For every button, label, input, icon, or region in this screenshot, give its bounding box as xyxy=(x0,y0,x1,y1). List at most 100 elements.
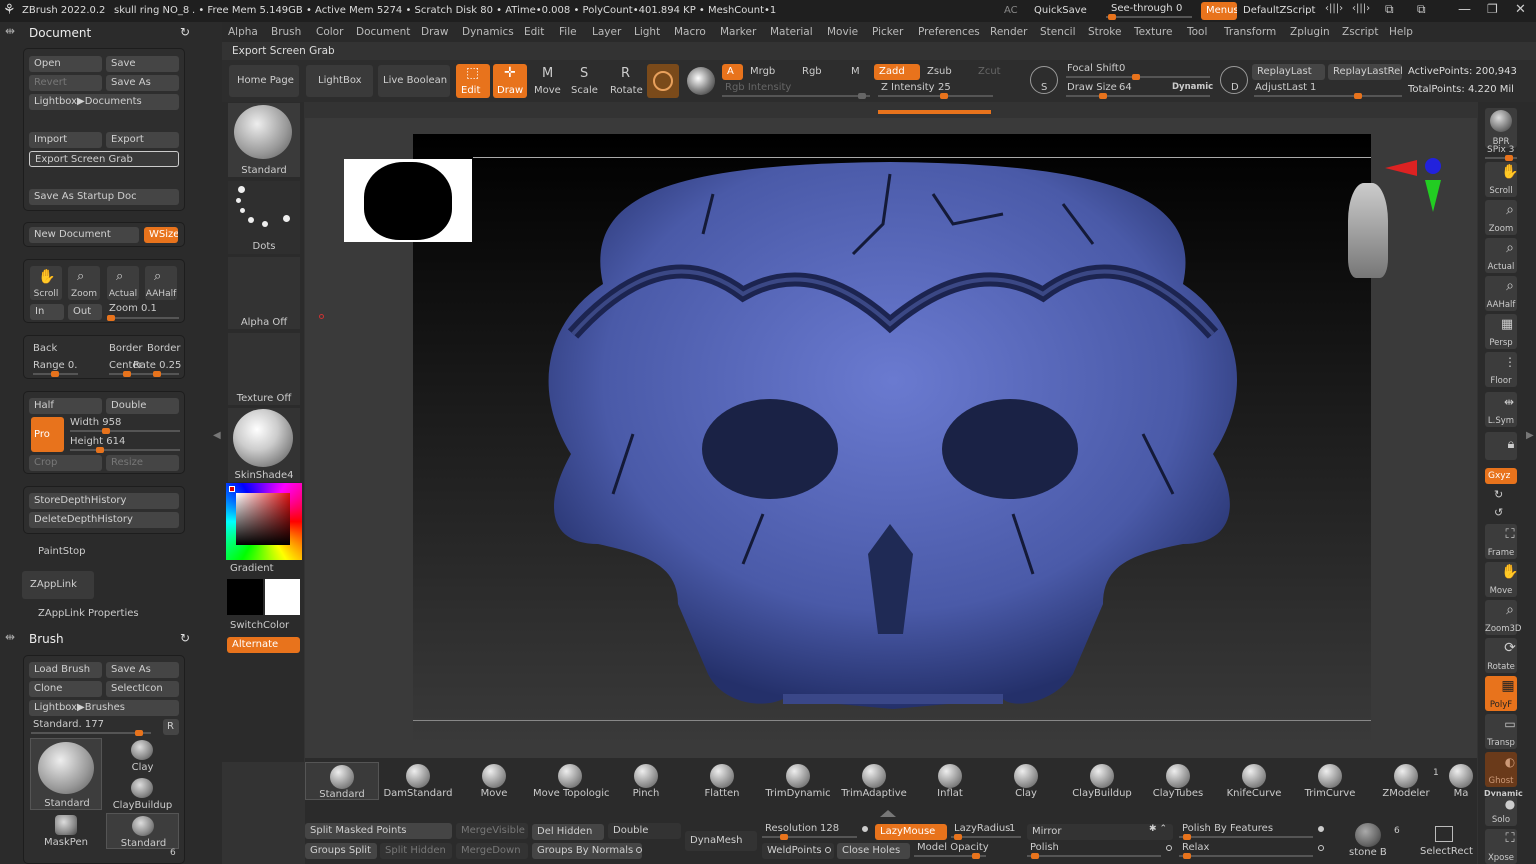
del-hidden-button[interactable]: Del Hidden xyxy=(532,824,604,840)
menu-color[interactable]: Color xyxy=(316,26,343,38)
layout-switch-icon[interactable]: ‹|||› xyxy=(1325,3,1343,14)
m-button[interactable]: M xyxy=(851,66,860,77)
menu-movie[interactable]: Movie xyxy=(827,26,858,38)
shelf-brush-knifecurve[interactable]: KnifeCurve xyxy=(1217,762,1291,800)
lightbox-brushes-button[interactable]: Lightbox▶Brushes xyxy=(29,700,179,716)
doc-zoom-button[interactable]: ⌕ Zoom xyxy=(68,266,100,300)
texture-selector[interactable]: Texture Off xyxy=(228,333,300,405)
default-zscript-button[interactable]: DefaultZScript xyxy=(1243,5,1315,16)
tray-collapse-icon[interactable]: ◀ xyxy=(213,430,221,441)
zapplink-button[interactable]: ZAppLink xyxy=(22,571,94,599)
rotate-axis-icon-1[interactable]: ↻ xyxy=(1494,488,1503,501)
home-page-button[interactable]: Home Page xyxy=(229,65,299,97)
zapplink-properties-button[interactable]: ZAppLink Properties xyxy=(38,608,139,619)
shelf-brush-move[interactable]: Move xyxy=(457,762,531,800)
skull-ring-mesh[interactable] xyxy=(413,134,1371,746)
menu-alpha[interactable]: Alpha xyxy=(228,26,258,38)
current-brush-thumb[interactable]: Standard xyxy=(30,738,102,810)
quicksave-button[interactable]: QuickSave xyxy=(1034,5,1087,16)
menu-marker[interactable]: Marker xyxy=(720,26,756,38)
menu-file[interactable]: File xyxy=(559,26,577,38)
color-picker[interactable] xyxy=(226,483,302,560)
menu-stroke[interactable]: Stroke xyxy=(1088,26,1121,38)
solo-button[interactable]: ● Solo xyxy=(1485,796,1517,826)
d-dial-button[interactable]: D xyxy=(1218,64,1250,98)
bpr-render-button[interactable]: BPR xyxy=(1485,108,1517,148)
mirror-button[interactable]: Mirror ✱ ⌃ xyxy=(1027,824,1173,840)
shelf-brush-ma[interactable]: Ma xyxy=(1445,762,1477,800)
mrgb-button[interactable]: Mrgb xyxy=(750,66,775,77)
shelf-brush-damstandard[interactable]: DamStandard xyxy=(381,762,455,800)
material-sphere-button[interactable] xyxy=(647,64,679,98)
right-aahalf-button[interactable]: ⌕ AAHalf xyxy=(1485,276,1517,311)
menu-zscript[interactable]: Zscript xyxy=(1342,26,1378,38)
stroke-selector[interactable]: Dots xyxy=(228,181,300,254)
shelf-brush-trimdynamic[interactable]: TrimDynamic xyxy=(761,762,835,800)
menu-render[interactable]: Render xyxy=(990,26,1027,38)
claybuildup-brush-thumb[interactable]: ClayBuildup xyxy=(106,776,179,812)
alpha-selector[interactable]: Alpha Off xyxy=(228,257,300,329)
shelf-scroll-handle-icon[interactable] xyxy=(880,810,896,817)
width-slider[interactable]: Width 958 xyxy=(70,416,180,434)
menu-help[interactable]: Help xyxy=(1389,26,1413,38)
shelf-brush-standard[interactable]: Standard xyxy=(305,762,379,800)
shelf-brush-inflat[interactable]: Inflat xyxy=(913,762,987,800)
import-button[interactable]: Import xyxy=(29,132,102,148)
document-palette-title[interactable]: Document xyxy=(29,26,91,40)
restore-icon[interactable]: ❐ xyxy=(1487,2,1498,16)
selecticon-button[interactable]: SelectIcon xyxy=(106,681,179,697)
material-selector[interactable]: SkinShade4 xyxy=(228,408,300,482)
close-holes-button[interactable]: Close Holes xyxy=(837,843,910,859)
groups-by-normals-button[interactable]: Groups By Normals xyxy=(532,843,642,859)
alternate-toggle[interactable]: Alternate xyxy=(227,637,300,653)
minimize-icon[interactable]: — xyxy=(1458,2,1471,17)
document-refresh-icon[interactable]: ↻ xyxy=(180,25,190,39)
export-button[interactable]: Export xyxy=(106,132,179,148)
lightbox-documents-button[interactable]: Lightbox▶Documents xyxy=(29,94,179,110)
zoom-out-button[interactable]: Out xyxy=(68,304,102,320)
z-intensity-slider[interactable]: Z Intensity 25 xyxy=(878,82,993,99)
menu-document[interactable]: Document xyxy=(356,26,410,38)
polish-slider[interactable]: Polish xyxy=(1027,841,1175,859)
persp-button[interactable]: ▦ Persp xyxy=(1485,314,1517,349)
doc-aahalf-button[interactable]: ⌕ AAHalf xyxy=(145,266,177,300)
zsub-button[interactable]: Zsub xyxy=(927,66,952,77)
frame-button[interactable]: ⛶ Frame xyxy=(1485,524,1517,559)
maskpen-brush-thumb[interactable]: MaskPen xyxy=(30,813,102,849)
clay-brush-thumb[interactable]: Clay xyxy=(106,738,179,774)
border-button-2[interactable]: Border xyxy=(147,343,181,354)
document-drag-icon[interactable]: ⇹ xyxy=(5,24,15,38)
menu-texture[interactable]: Texture xyxy=(1134,26,1172,38)
replaylastrel-button[interactable]: ReplayLastRel xyxy=(1328,64,1402,80)
zoom-in-button[interactable]: In xyxy=(30,304,64,320)
stone-b-material-button[interactable]: stone B 6 xyxy=(1345,822,1400,862)
load-brush-button[interactable]: Load Brush xyxy=(29,662,102,678)
paintstop-button[interactable]: PaintStop xyxy=(38,546,85,557)
menu-picker[interactable]: Picker xyxy=(872,26,903,38)
a-toggle[interactable]: A xyxy=(722,64,743,80)
left-tray-handle[interactable] xyxy=(213,22,222,864)
save-as-button[interactable]: Save As xyxy=(106,75,179,91)
shelf-brush-trimadaptive[interactable]: TrimAdaptive xyxy=(837,762,911,800)
edit-mode-button[interactable]: ⬚ Edit xyxy=(456,64,490,98)
rotate-axis-icon-2[interactable]: ↺ xyxy=(1494,506,1503,519)
lock-button[interactable]: 🔒︎ xyxy=(1485,432,1517,460)
menu-stencil[interactable]: Stencil xyxy=(1040,26,1076,38)
menus-toggle[interactable]: Menus xyxy=(1201,2,1237,20)
shelf-brush-move-topologic[interactable]: Move Topologic xyxy=(533,762,610,800)
model-opacity-slider[interactable]: Model Opacity xyxy=(914,841,1021,859)
store-depth-history-button[interactable]: StoreDepthHistory xyxy=(29,493,179,509)
replaylast-button[interactable]: ReplayLast xyxy=(1252,64,1325,80)
focal-shift-slider[interactable]: Focal Shift 0 xyxy=(1066,62,1210,80)
gradient-button[interactable]: Gradient xyxy=(230,563,274,574)
resize-button[interactable]: Resize xyxy=(106,455,179,471)
brush-palette-title[interactable]: Brush xyxy=(29,632,64,646)
double-mesh-button[interactable]: Double xyxy=(608,823,681,839)
menu-light[interactable]: Light xyxy=(634,26,660,38)
switchcolor-button[interactable]: SwitchColor xyxy=(230,620,289,631)
range-slider[interactable]: Range 0. xyxy=(33,360,78,377)
menu-transform[interactable]: Transform xyxy=(1224,26,1276,38)
shelf-brush-zmodeler[interactable]: ZModeler xyxy=(1369,762,1443,800)
rgb-intensity-slider[interactable]: Rgb Intensity xyxy=(722,82,870,99)
s-symmetry-button[interactable]: S xyxy=(1028,64,1060,98)
